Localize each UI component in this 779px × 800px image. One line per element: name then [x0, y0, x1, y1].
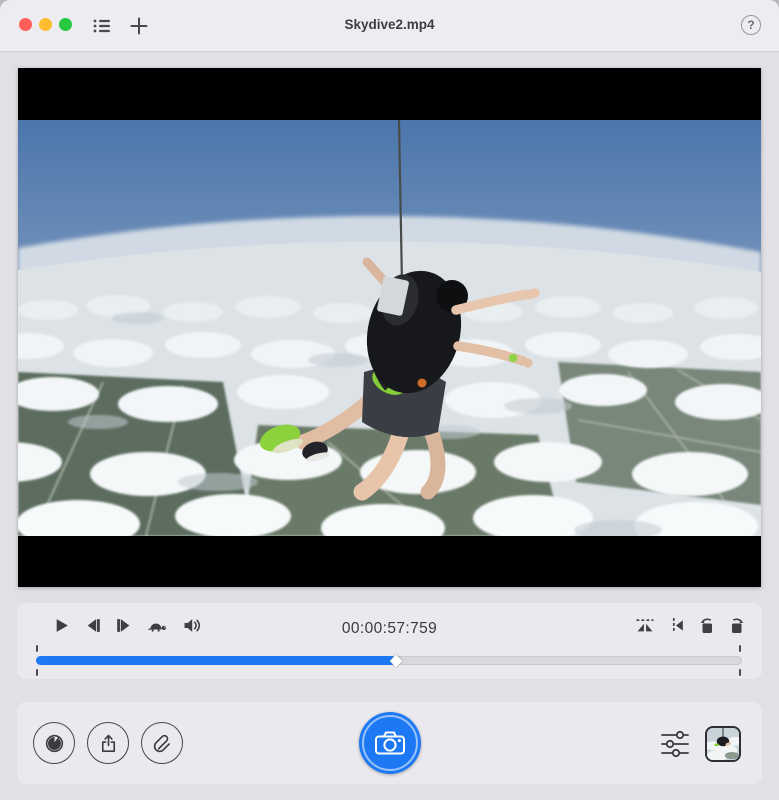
window-title: Skydive2.mp4 — [0, 17, 779, 32]
paperclip-icon — [152, 733, 173, 754]
adjustments-button[interactable] — [659, 729, 691, 759]
rotate-left-icon — [698, 617, 716, 634]
seek-end-marker — [739, 669, 741, 676]
titlebar: Skydive2.mp4 ? — [0, 0, 779, 52]
video-frame-image — [18, 120, 761, 536]
camera-icon — [374, 730, 406, 756]
help-label: ? — [747, 18, 754, 32]
flip-vertical-button[interactable] — [634, 617, 656, 634]
share-icon — [98, 733, 119, 754]
seek-start-marker — [36, 645, 38, 652]
rotate-right-icon — [728, 617, 746, 634]
share-button[interactable] — [87, 722, 129, 764]
snapshot-camera-button[interactable] — [359, 712, 421, 774]
seek-start-marker — [36, 669, 38, 676]
flip-horizontal-button[interactable] — [668, 617, 686, 634]
seek-progress-fill — [36, 656, 396, 665]
app-window: Skydive2.mp4 ? — [0, 0, 779, 800]
help-button[interactable]: ? — [741, 15, 761, 35]
timer-icon — [44, 733, 65, 754]
sliders-icon — [659, 729, 691, 759]
rotate-left-button[interactable] — [698, 617, 716, 634]
frame-thumbnail-image — [707, 728, 739, 760]
capture-toolbar — [17, 702, 762, 784]
flip-horizontal-icon — [668, 617, 686, 634]
seek-bar[interactable] — [36, 656, 742, 665]
timer-button[interactable] — [33, 722, 75, 764]
edit-controls — [634, 617, 746, 634]
flip-vertical-icon — [634, 617, 656, 634]
attach-button[interactable] — [141, 722, 183, 764]
rotate-right-button[interactable] — [728, 617, 746, 634]
video-display — [18, 68, 761, 587]
seek-end-marker — [739, 645, 741, 652]
frame-thumbnail-button[interactable] — [705, 726, 741, 762]
transport-panel: 00:00:57:759 — [17, 603, 762, 679]
